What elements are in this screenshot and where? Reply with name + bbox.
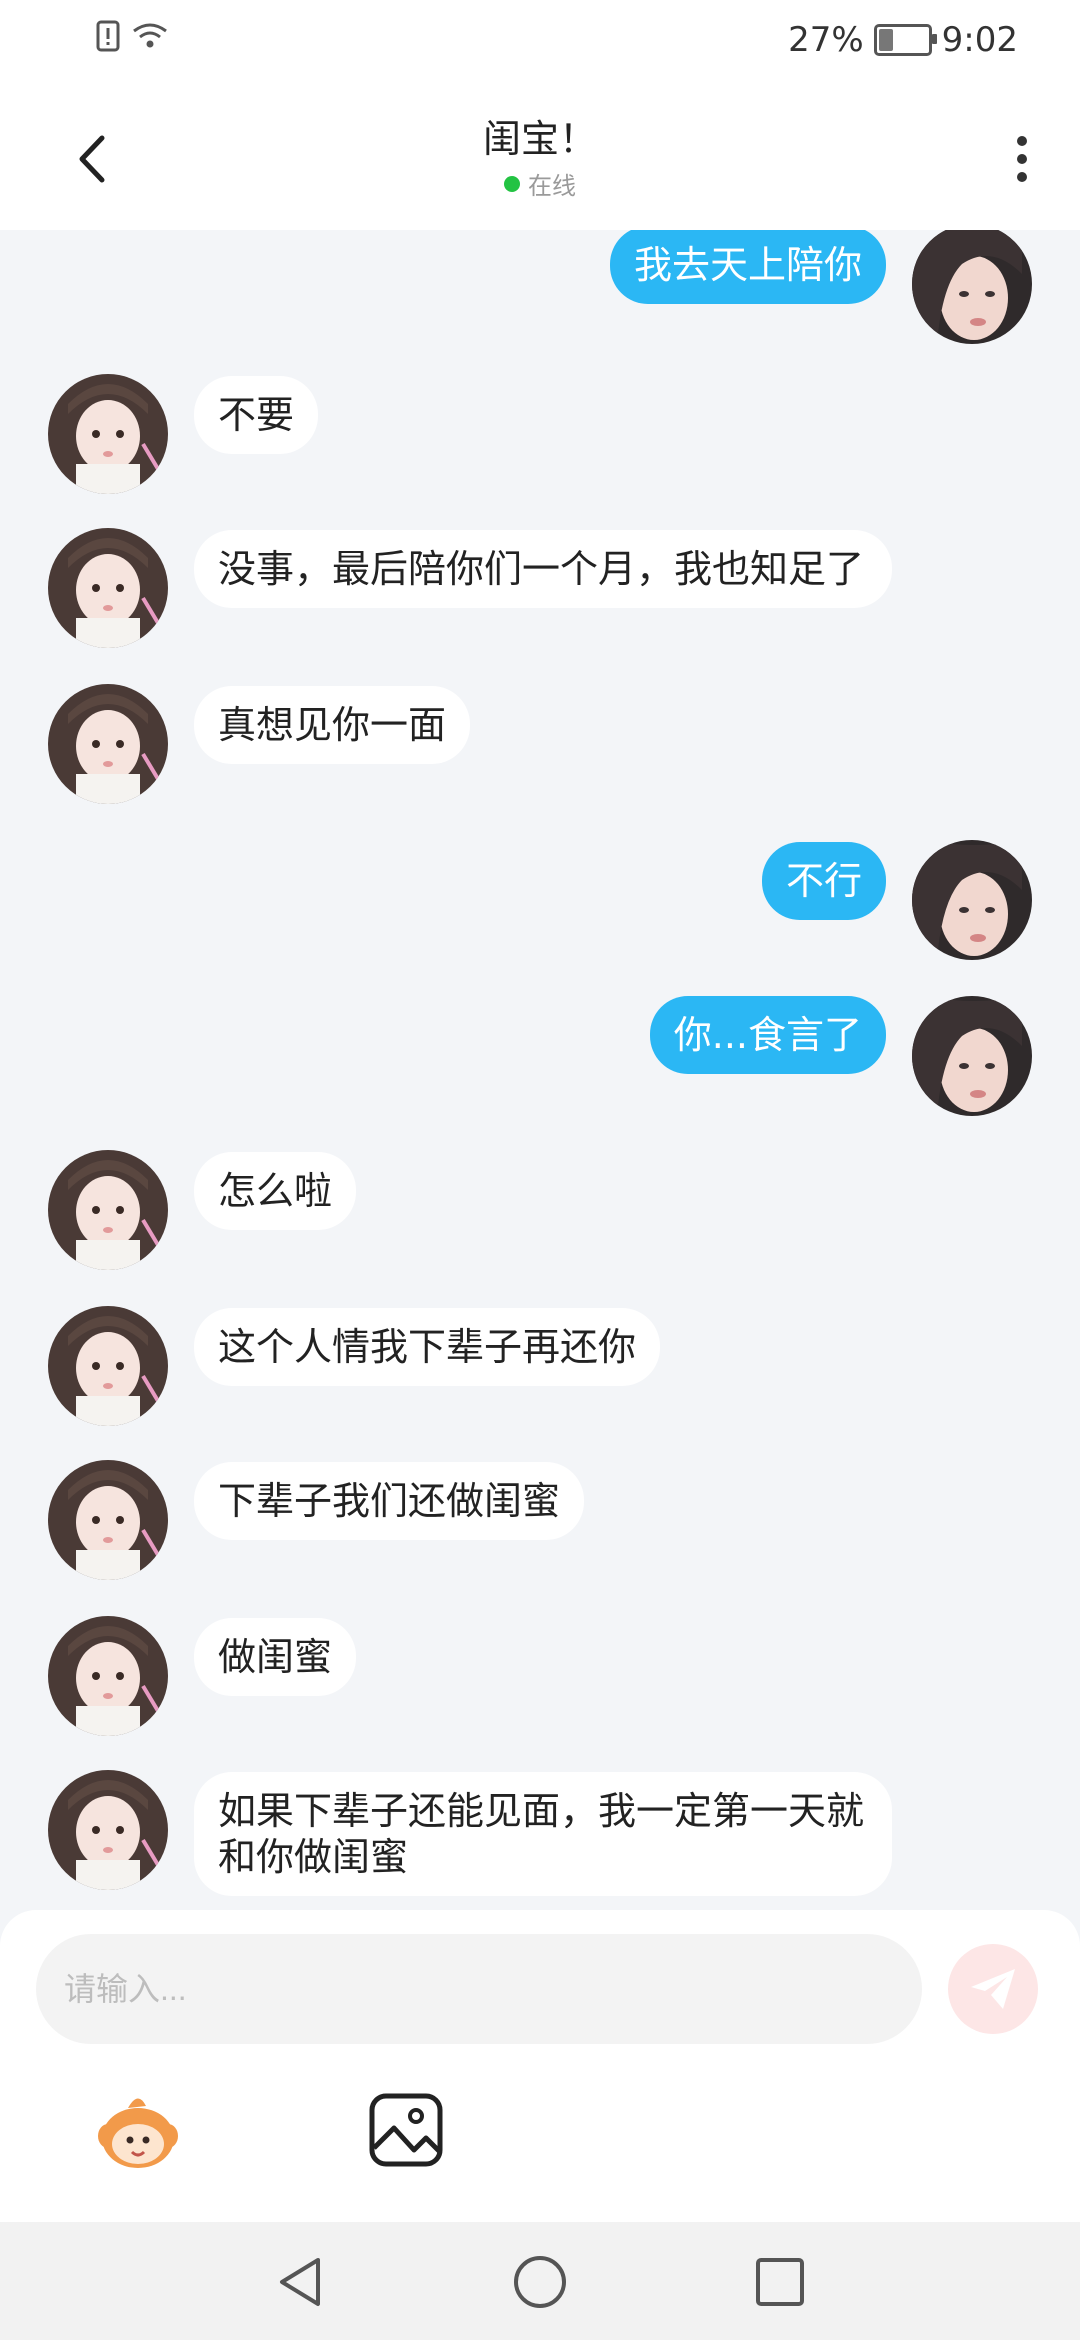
contact-avatar[interactable]	[48, 1460, 168, 1580]
composer	[0, 1910, 1080, 2222]
message-bubble-other[interactable]: 如果下辈子还能见面，我一定第一天就和你做闺蜜	[194, 1772, 892, 1896]
more-options-button[interactable]	[1002, 124, 1042, 194]
image-button[interactable]	[368, 2092, 444, 2168]
contact-avatar[interactable]	[48, 1306, 168, 1426]
system-nav-bar	[0, 2222, 1080, 2340]
chat-header: 闺宝！ 在线	[0, 84, 1080, 230]
nav-back-icon	[280, 2258, 320, 2306]
battery-percent: 27%	[788, 20, 864, 60]
sim-alert-icon	[96, 20, 120, 56]
my-avatar[interactable]	[912, 840, 1032, 960]
message-bubble-other[interactable]: 这个人情我下辈子再还你	[194, 1308, 661, 1386]
message-bubble-me[interactable]: 不行	[761, 842, 886, 920]
emoji-button[interactable]	[88, 2080, 188, 2180]
contact-avatar[interactable]	[48, 1150, 168, 1270]
my-avatar[interactable]	[912, 996, 1032, 1116]
message-bubble-me[interactable]: 我去天上陪你	[609, 230, 886, 304]
nav-home-button[interactable]	[510, 2252, 570, 2312]
message-list[interactable]: 我去天上陪你 不要 没事，最后陪你们一个月，我也知足了 真想见你一面 不行 你.…	[0, 230, 1080, 1910]
online-status: 在线	[0, 166, 1080, 201]
battery-icon	[873, 24, 937, 56]
contact-avatar[interactable]	[48, 374, 168, 494]
wifi-icon	[130, 21, 170, 55]
contact-avatar[interactable]	[48, 1770, 168, 1890]
message-bubble-other[interactable]: 下辈子我们还做闺蜜	[194, 1462, 585, 1540]
image-icon	[369, 2093, 443, 2167]
clock: 9:02	[941, 20, 1018, 60]
status-icons-right: 27% 9:02	[788, 20, 1018, 60]
contact-avatar[interactable]	[48, 684, 168, 804]
online-dot-icon	[504, 175, 520, 192]
online-status-label: 在线	[528, 172, 576, 200]
status-icons-left	[96, 20, 170, 56]
chat-title: 闺宝！	[482, 117, 597, 161]
nav-back-button[interactable]	[272, 2252, 332, 2312]
send-icon	[971, 1969, 1015, 2009]
nav-recents-button[interactable]	[750, 2252, 810, 2312]
message-bubble-other[interactable]: 不要	[194, 376, 319, 454]
message-input[interactable]	[36, 1934, 922, 2044]
my-avatar[interactable]	[912, 230, 1032, 344]
contact-avatar[interactable]	[48, 528, 168, 648]
message-bubble-other[interactable]: 做闺蜜	[194, 1618, 357, 1696]
message-bubble-me[interactable]: 你...食言了	[649, 996, 886, 1074]
message-bubble-other[interactable]: 没事，最后陪你们一个月，我也知足了	[194, 530, 892, 608]
status-bar: 27% 9:02	[0, 0, 1080, 84]
contact-avatar[interactable]	[48, 1616, 168, 1736]
emoji-icon	[98, 2098, 178, 2168]
nav-home-icon	[514, 2256, 566, 2308]
message-bubble-other[interactable]: 怎么啦	[194, 1152, 357, 1230]
message-bubble-other[interactable]: 真想见你一面	[194, 686, 471, 764]
nav-recents-icon	[756, 2258, 804, 2306]
send-button[interactable]	[948, 1944, 1038, 2034]
more-icon	[1017, 136, 1027, 146]
title-block: 闺宝！ 在线	[0, 114, 1080, 201]
